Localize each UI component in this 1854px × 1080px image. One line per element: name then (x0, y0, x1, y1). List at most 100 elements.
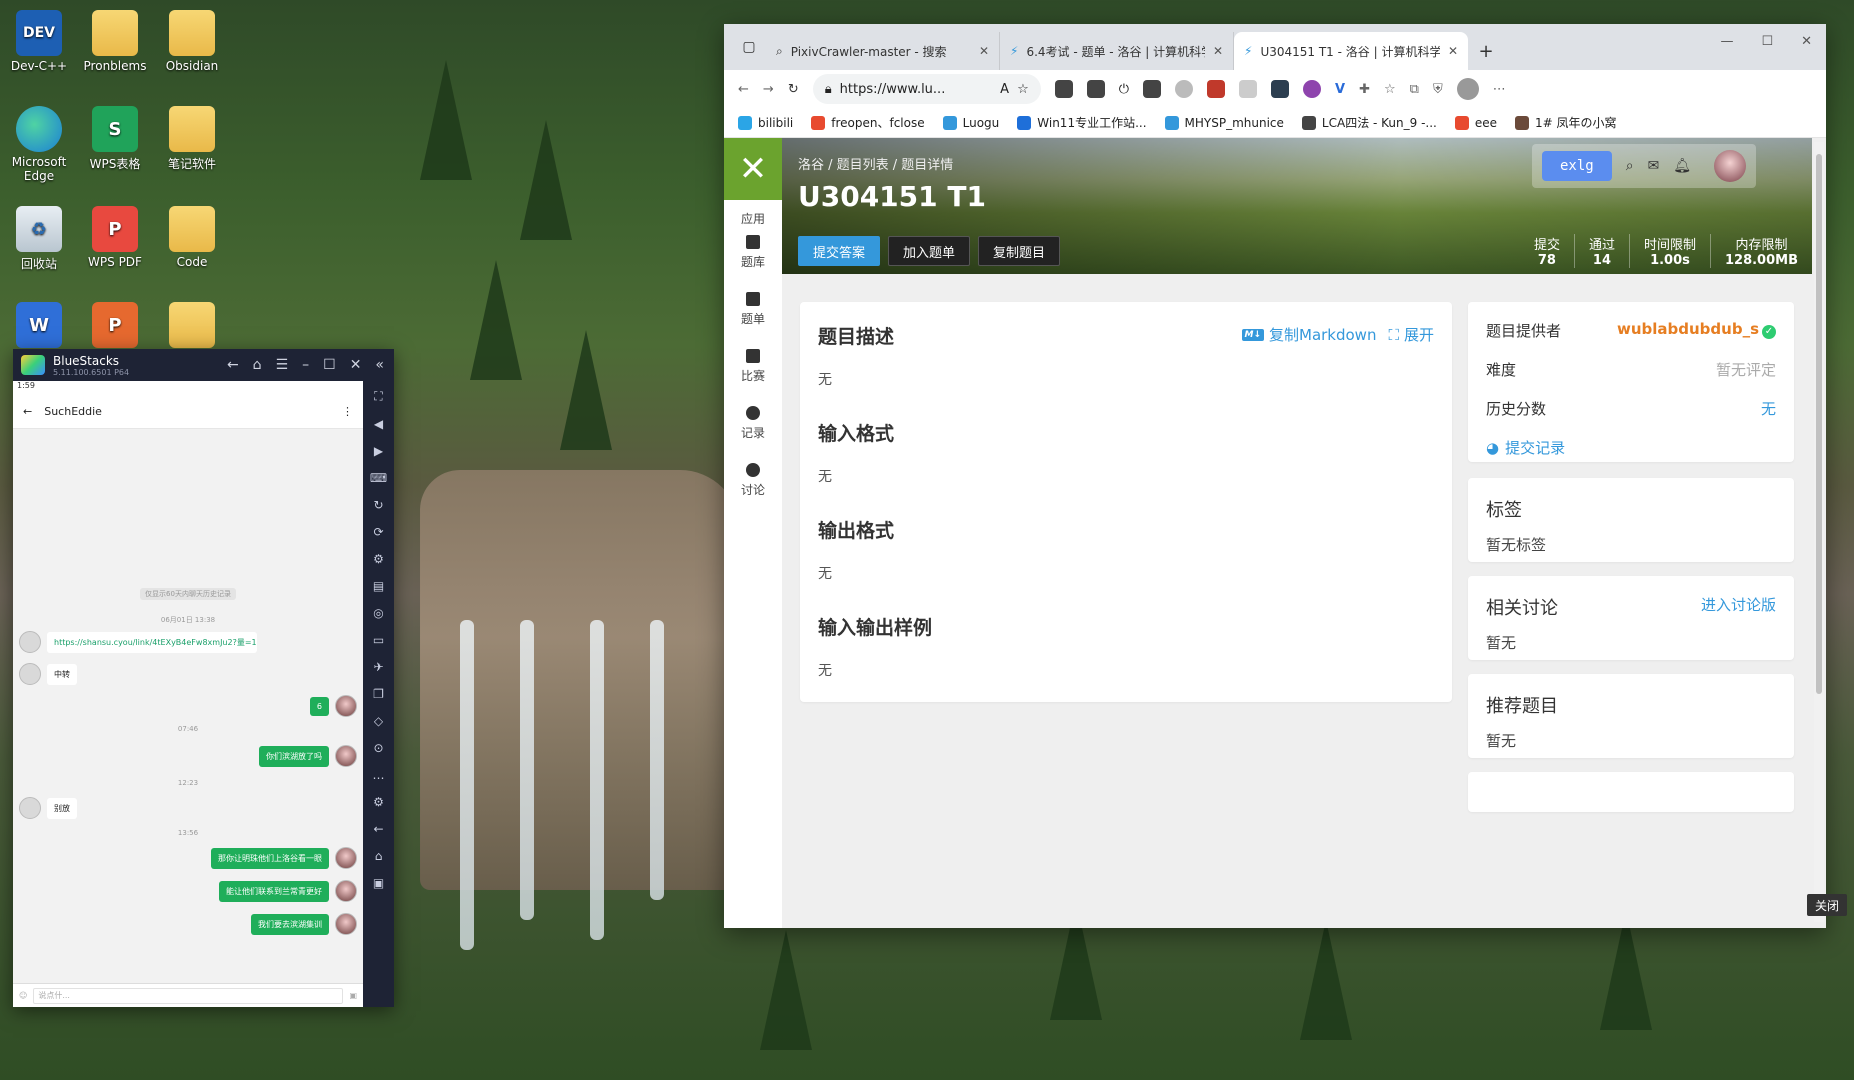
puzzle-icon[interactable]: ✚ (1359, 82, 1370, 97)
extension-icon[interactable] (1271, 80, 1290, 98)
page-scrollbar[interactable] (1814, 142, 1824, 922)
close-tab-icon[interactable]: ✕ (1448, 44, 1458, 58)
home-icon[interactable]: ⌂ (375, 849, 383, 863)
extension-icon[interactable] (1207, 80, 1226, 98)
bookmark-item[interactable]: LCA四法 - Kun_9 -... (1301, 114, 1437, 131)
airplane-icon[interactable]: ✈ (373, 660, 383, 674)
submissions-link[interactable]: ◕ 提交记录 (1486, 437, 1776, 458)
avatar[interactable] (1714, 150, 1746, 182)
extension-icon[interactable] (1303, 80, 1322, 98)
breadcrumb[interactable]: 洛谷 / 题目列表 / 题目详情 (798, 154, 953, 173)
volume-icon[interactable]: ◀ (374, 417, 383, 431)
discussion-link[interactable]: 进入讨论版 (1701, 594, 1776, 620)
screenshot-icon[interactable]: ◎ (373, 606, 383, 620)
gamepad-icon[interactable]: ⚙ (373, 552, 384, 566)
close-icon[interactable]: ✕ (1801, 34, 1812, 49)
maximize-icon[interactable]: ☐ (1761, 34, 1773, 49)
copy-problem-button[interactable]: 复制题目 (978, 236, 1061, 266)
scrollbar-thumb[interactable] (1816, 154, 1822, 694)
back-icon[interactable]: ← (738, 82, 749, 97)
bookmark-item[interactable]: bilibili (738, 115, 793, 130)
favorite-add-icon[interactable]: ☆ (1017, 82, 1029, 97)
shield-icon[interactable]: ⛨ (1433, 82, 1443, 97)
desktop-icon-pronblems[interactable]: Pronblems (78, 10, 152, 73)
mail-icon[interactable]: ✉ (1648, 158, 1660, 174)
profile-avatar[interactable] (1456, 78, 1479, 100)
minimize-icon[interactable]: — (1720, 34, 1733, 49)
favorites-icon[interactable]: ☆ (1384, 82, 1396, 97)
collections-icon[interactable]: ⧉ (1410, 82, 1419, 97)
add-to-list-button[interactable]: 加入题单 (888, 236, 971, 266)
nav-discuss[interactable]: 讨论 (741, 463, 765, 498)
image-icon[interactable]: ▣ (349, 991, 357, 1000)
close-icon[interactable]: ✕ (350, 357, 362, 373)
close-tab-icon[interactable]: ✕ (979, 44, 989, 58)
home-icon[interactable]: ⌂ (253, 357, 262, 373)
fullscreen-icon[interactable]: ⛶ (374, 389, 382, 404)
extension-icon[interactable] (1239, 80, 1258, 98)
keyboard-icon[interactable]: ⌨ (370, 471, 387, 485)
desktop-icon-wps-pdf[interactable]: P WPS PDF (78, 206, 152, 269)
browser-tab-active[interactable]: ⚡ U304151 T1 - 洛谷 | 计算机科学 ✕ (1234, 32, 1468, 70)
chat-input[interactable]: 说点什... (33, 987, 344, 1004)
address-bar[interactable]: 🔒︎ https://www.lu... A ☆ (812, 74, 1041, 104)
provider-link[interactable]: wublabdubdub_s ✓ (1617, 320, 1776, 341)
bookmark-item[interactable]: 1# 凤年の小窝 (1515, 114, 1617, 131)
bell-icon[interactable]: 🔔︎ (1673, 158, 1691, 174)
folder-icon[interactable]: ▭ (373, 633, 384, 647)
bookmark-item[interactable]: eee (1454, 115, 1497, 130)
extension-icon[interactable] (1086, 80, 1105, 98)
extension-icon[interactable] (1143, 80, 1162, 98)
forward-icon[interactable]: → (763, 82, 774, 97)
new-tab-button[interactable]: + (1468, 32, 1504, 70)
back-arrow-icon[interactable]: ← (23, 405, 32, 418)
power-icon[interactable]: ⏻ (1119, 82, 1129, 97)
bookmark-item[interactable]: freopen、fclose (811, 114, 925, 131)
exlg-button[interactable]: exlg (1542, 151, 1612, 181)
desktop-icon-code[interactable]: Code (155, 206, 229, 269)
minimize-icon[interactable]: – (302, 357, 309, 373)
tab-actions-icon[interactable]: ▢ (732, 24, 766, 70)
search-icon[interactable]: ⌕ (1626, 158, 1634, 174)
apps-menu[interactable]: 应用 (741, 210, 765, 227)
message-link[interactable]: https://shansu.cyou/link/4tEXyB4eFw8xmJu… (47, 631, 257, 653)
desktop-icon-obsidian[interactable]: Obsidian (155, 10, 229, 73)
desktop-icon-devcpp[interactable]: DEV Dev-C++ (2, 10, 76, 73)
nav-record[interactable]: 记录 (741, 406, 765, 441)
expand-link[interactable]: ⛶ 展开 (1388, 324, 1434, 345)
submit-button[interactable]: 提交答案 (798, 236, 881, 266)
desktop-icon-wps-ppt[interactable]: P (78, 302, 152, 351)
emoji-icon[interactable]: ☺ (19, 991, 27, 1000)
bookmark-item[interactable]: Luogu (942, 115, 999, 130)
desktop-icon-wps-word[interactable]: W (2, 302, 76, 351)
nav-contest[interactable]: 比赛 (741, 349, 765, 384)
replay-icon[interactable]: ↻ (373, 498, 383, 512)
luogu-logo-icon[interactable]: ✕ (724, 138, 782, 200)
browser-tab[interactable]: ⌕ PixivCrawler-master - 搜索 ✕ (766, 32, 1000, 70)
apk-icon[interactable]: ▤ (373, 579, 384, 593)
desktop-icon-edge[interactable]: Microsoft Edge (2, 106, 76, 183)
multi-instance-icon[interactable]: ❐ (373, 687, 384, 701)
close-popup-button[interactable]: 关闭 (1807, 894, 1847, 916)
bookmark-item[interactable]: MHYSP_mhunice (1164, 115, 1284, 130)
maximize-icon[interactable]: ☐ (323, 357, 336, 373)
menu-icon[interactable]: ☰ (276, 357, 289, 373)
copy-markdown-link[interactable]: M↓ 复制Markdown (1241, 324, 1376, 345)
collapse-sidebar-icon[interactable]: « (375, 357, 384, 373)
settings-icon[interactable]: ⚙ (373, 795, 384, 809)
desktop-icon-folder[interactable] (155, 302, 229, 351)
extension-icon[interactable] (1054, 80, 1073, 98)
rotate-icon[interactable]: ⟳ (373, 525, 383, 539)
close-tab-icon[interactable]: ✕ (1213, 44, 1223, 58)
bookmark-item[interactable]: Win11专业工作站... (1017, 114, 1147, 131)
more-options-icon[interactable]: ⋮ (342, 405, 353, 418)
read-aloud-icon[interactable]: A (1000, 82, 1009, 97)
desktop-icon-notes[interactable]: 笔记软件 (155, 106, 229, 172)
desktop-icon-recycle[interactable]: ♻ 回收站 (2, 206, 76, 272)
nav-training[interactable]: 题单 (741, 292, 765, 327)
media-icon[interactable]: ▶ (374, 444, 383, 458)
extension-v-icon[interactable]: V (1335, 82, 1345, 97)
desktop-icon-wps-sheet[interactable]: S WPS表格 (78, 106, 152, 172)
more-menu-icon[interactable]: ⋯ (1493, 82, 1506, 97)
nav-problems[interactable]: 题库 (741, 235, 765, 270)
